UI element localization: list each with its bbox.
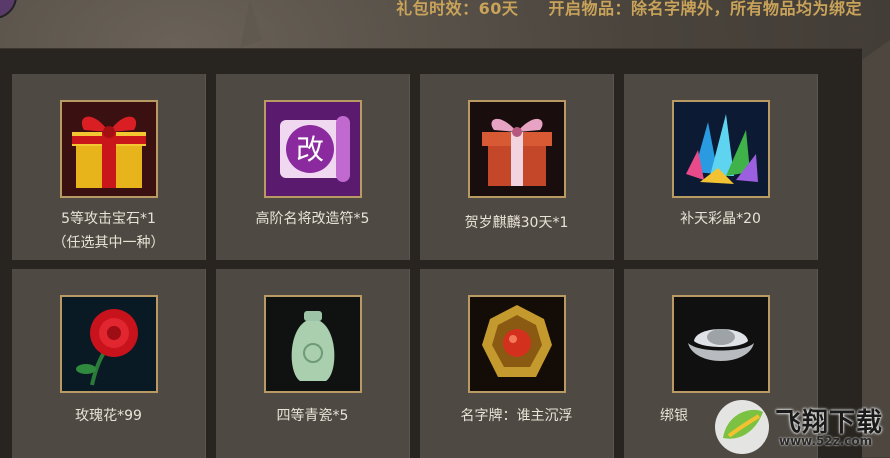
pack-contents-note: 开启物品：除名字牌外，所有物品均为绑定 (548, 0, 862, 18)
item-label: 高阶名将改造符*5 (255, 211, 370, 227)
rose-icon (60, 295, 158, 393)
item-grid-panel: 5等攻击宝石*1 （任选其中一种） 改 高阶名将改造符*5 贺岁麒麟30天*1 … (0, 48, 862, 458)
item-card[interactable]: 补天彩晶*20 (624, 74, 818, 260)
watermark-url: www.52z.com (779, 434, 873, 448)
item-label: 四等青瓷*5 (276, 408, 349, 424)
pack-info-header: 礼包时效：60天 开启物品：除名字牌外，所有物品均为绑定 (372, 0, 862, 22)
item-card[interactable]: 贺岁麒麟30天*1 (420, 74, 614, 260)
item-card[interactable]: 5等攻击宝石*1 （任选其中一种） (12, 74, 206, 260)
silver-ingot-icon (672, 295, 770, 393)
celadon-vase-icon (264, 295, 362, 393)
item-label: 贺岁麒麟30天*1 (464, 215, 569, 231)
leaf-logo-icon (715, 400, 769, 454)
item-card[interactable]: 玫瑰花*99 (12, 269, 206, 458)
watermark-logo: 飞翔下载 www.52z.com (713, 398, 890, 457)
gift-box-red-icon (468, 100, 566, 198)
pack-duration: 礼包时效：60天 (396, 0, 519, 18)
reform-scroll-icon: 改 (264, 100, 362, 198)
item-label: 玫瑰花*99 (75, 408, 142, 424)
name-badge-icon (468, 295, 566, 393)
item-label: 绑银 (660, 408, 688, 424)
item-card[interactable]: 名字牌：谁主沉浮 (420, 269, 614, 458)
item-card[interactable]: 四等青瓷*5 (216, 269, 410, 458)
item-label: 5等攻击宝石*1 (61, 211, 156, 227)
gift-box-yellow-icon (60, 100, 158, 198)
crystal-cluster-icon (672, 100, 770, 198)
item-label: 补天彩晶*20 (680, 211, 761, 227)
item-label: 名字牌：谁主沉浮 (460, 408, 573, 424)
item-card[interactable]: 改 高阶名将改造符*5 (216, 74, 410, 260)
scroll-glyph: 改 (296, 133, 324, 166)
item-sublabel: （任选其中一种） (52, 235, 165, 251)
